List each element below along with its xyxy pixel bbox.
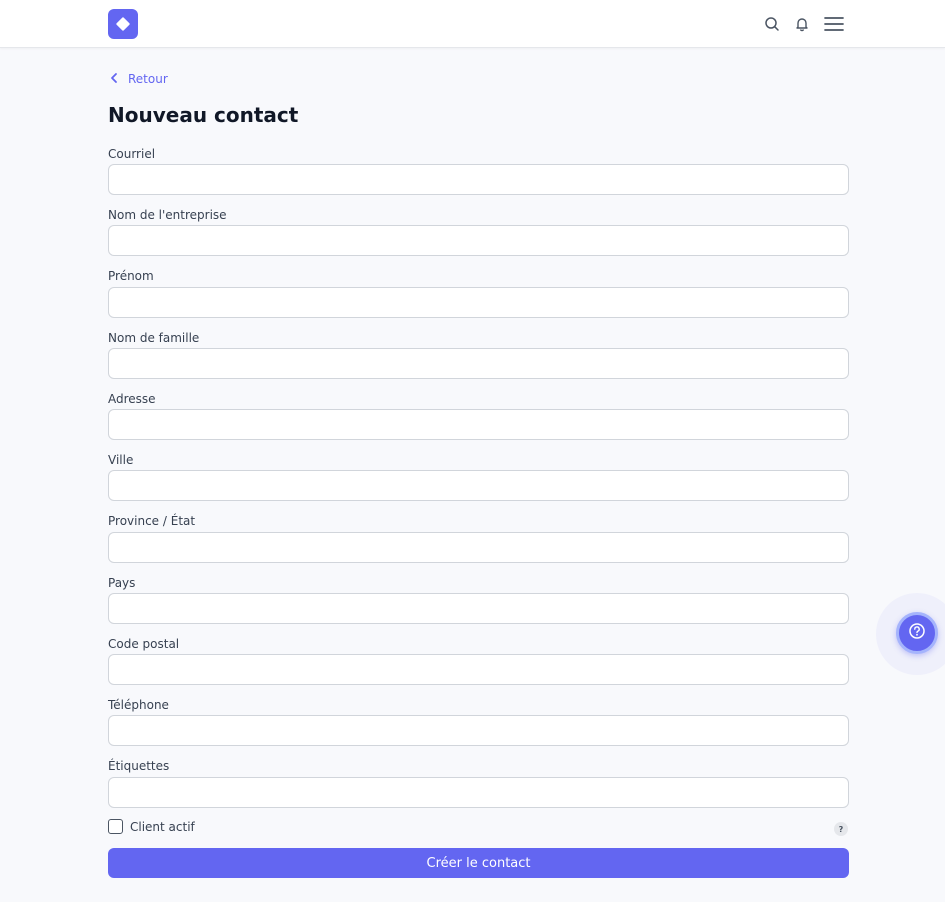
phone-field[interactable] [108,715,849,746]
postal-code-field[interactable] [108,654,849,685]
first-name-field[interactable] [108,287,849,318]
back-label: Retour [128,72,168,86]
tags-field[interactable] [108,777,849,808]
last-name-field[interactable] [108,348,849,379]
create-contact-button[interactable]: Créer le contact [108,848,849,878]
country-field[interactable] [108,593,849,624]
chevron-left-icon [108,72,120,87]
address-field[interactable] [108,409,849,440]
email-field[interactable] [108,164,849,195]
page-title: Nouveau contact [108,103,299,127]
province-state-label: Province / État [108,514,196,528]
last-name-label: Nom de famille [108,331,200,345]
address-label: Adresse [108,392,156,406]
active-client-label: Client actif [130,819,195,834]
top-bar [0,0,945,48]
tags-label: Étiquettes [108,759,170,773]
active-client-checkbox[interactable] [108,819,123,834]
back-link[interactable]: Retour [108,70,168,88]
menu-icon[interactable] [822,13,846,35]
phone-label: Téléphone [108,698,169,712]
postal-code-label: Code postal [108,637,180,651]
diamond-icon [115,16,131,32]
bell-icon[interactable] [791,13,813,35]
search-icon[interactable] [761,13,783,35]
country-label: Pays [108,576,136,590]
active-client-row: Client actif [108,819,195,834]
company-name-label: Nom de l'entreprise [108,208,227,222]
help-badge[interactable]: ? [834,822,848,836]
app-logo[interactable] [108,9,138,39]
help-fab-button[interactable] [896,612,938,654]
city-label: Ville [108,453,134,467]
company-name-field[interactable] [108,225,849,256]
province-state-field[interactable] [108,532,849,563]
first-name-label: Prénom [108,269,154,283]
city-field[interactable] [108,470,849,501]
help-circle-icon [908,622,926,644]
email-label: Courriel [108,147,156,161]
